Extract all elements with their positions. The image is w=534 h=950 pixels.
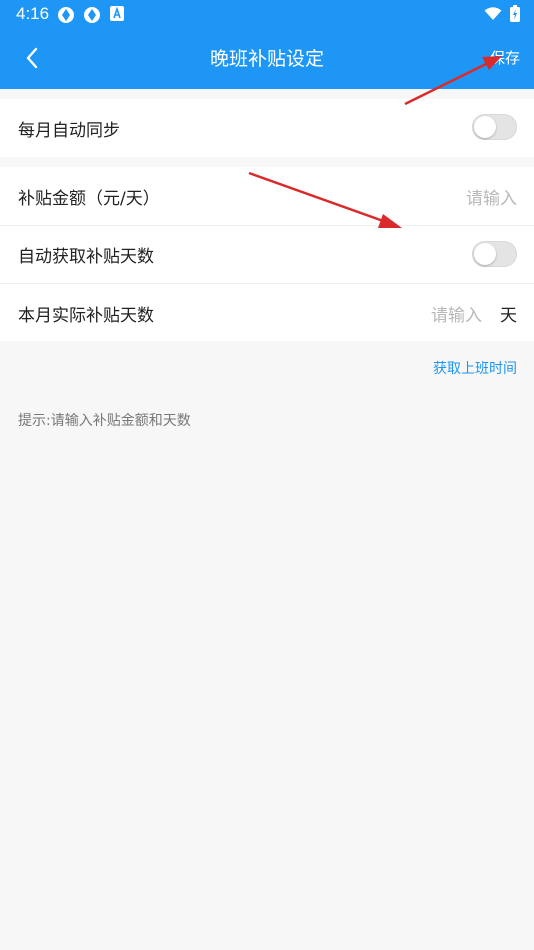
app-icon	[58, 7, 74, 23]
battery-icon	[510, 5, 520, 22]
toggle-knob	[474, 243, 496, 265]
auto-days-toggle[interactable]	[472, 241, 517, 267]
row-label: 自动获取补贴天数	[18, 247, 154, 267]
status-bar: 4:16	[0, 0, 534, 28]
save-button[interactable]: 保存	[490, 47, 520, 68]
settings-row-monthly-sync: 每月自动同步	[0, 99, 534, 157]
a-letter-icon	[110, 6, 124, 21]
app-header: 4:16 晚班补贴设定 保存	[0, 0, 534, 89]
actual-days-input[interactable]: 请输入	[431, 301, 482, 326]
settings-row-auto-days: 自动获取补贴天数	[0, 226, 534, 283]
status-time: 4:16	[16, 4, 50, 23]
wifi-icon	[484, 6, 502, 20]
days-unit-label: 天	[500, 306, 517, 326]
settings-row-actual-days: 本月实际补贴天数 请输入 天	[0, 284, 534, 341]
get-work-time-link[interactable]: 获取上班时间	[433, 358, 517, 378]
app-icon	[84, 7, 100, 23]
settings-row-subsidy-amount: 补贴金额（元/天） 请输入	[0, 167, 534, 225]
row-label: 补贴金额（元/天）	[18, 189, 160, 209]
subsidy-amount-input[interactable]: 请输入	[466, 184, 517, 209]
monthly-sync-toggle[interactable]	[472, 114, 517, 140]
toggle-knob	[474, 116, 496, 138]
row-label: 每月自动同步	[18, 121, 120, 141]
hint-text: 提示:请输入补贴金额和天数	[18, 413, 191, 429]
row-label: 本月实际补贴天数	[18, 306, 154, 326]
page-title: 晚班补贴设定	[209, 48, 324, 70]
